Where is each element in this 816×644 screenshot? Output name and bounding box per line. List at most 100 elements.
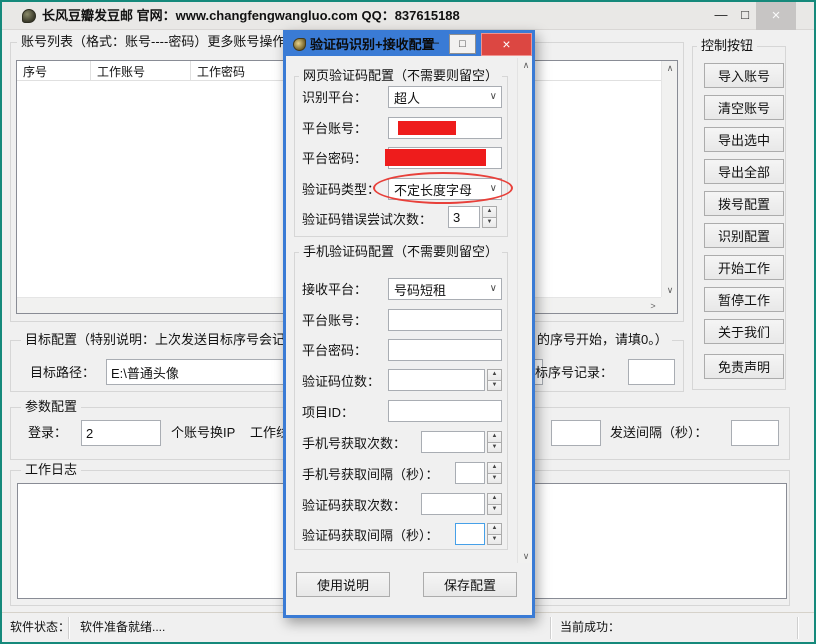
phone-fetch-count-label: 手机号获取次数： [302,436,406,452]
phone-fetch-count-input[interactable] [421,431,485,453]
maximize-button[interactable]: □ [734,2,756,30]
sms-password-label: 平台密码： [302,343,367,359]
disclaimer-button[interactable]: 免责声明 [704,354,784,379]
account-list-group-label: 账号列表（格式：账号----密码）更多账号操作 [17,34,289,50]
redaction-block [385,149,486,166]
receive-platform-value: 号码短租 [394,280,446,299]
retry-count-input[interactable]: 3 [448,206,480,228]
spin-down-icon[interactable]: ▼ [487,380,502,392]
column-header-account[interactable]: 工作账号 [91,61,191,80]
dial-config-button[interactable]: 拨号配置 [704,191,784,216]
per-account-ip-label: 个账号换IP [171,425,235,441]
web-account-label: 平台账号： [302,121,367,137]
chevron-down-icon: ∨ [490,183,497,194]
dialog-maximize-button[interactable]: □ [449,34,476,54]
code-fetch-count-label: 验证码获取次数： [302,498,406,514]
captcha-digits-label: 验证码位数： [302,374,380,390]
code-fetch-interval-input[interactable] [455,523,485,545]
recognition-platform-value: 超人 [394,88,420,107]
pause-work-button[interactable]: 暂停工作 [704,287,784,312]
thread-count-input[interactable] [551,420,601,446]
target-config-label-right: 的序号开始，请填0。） [533,332,672,348]
receive-platform-select[interactable]: 号码短租 ∨ [388,278,502,300]
spin-down-icon[interactable]: ▼ [482,217,497,229]
dialog-minimize-button[interactable]: — [424,33,442,54]
retry-count-label: 验证码错误尝试次数： [302,212,432,228]
retry-count-stepper[interactable]: ▲ ▼ [482,206,497,228]
scrollbar-corner [661,297,677,313]
column-header-password[interactable]: 工作密码 [191,61,291,80]
recognition-config-button[interactable]: 识别配置 [704,223,784,248]
code-fetch-count-stepper[interactable]: ▲ ▼ [487,493,502,515]
code-fetch-interval-label: 验证码获取间隔（秒）： [302,528,439,544]
export-selected-button[interactable]: 导出选中 [704,127,784,152]
project-id-label: 项目ID： [302,405,354,421]
send-interval-label: 发送间隔（秒）： [610,425,708,441]
phone-fetch-interval-label: 手机号获取间隔（秒）： [302,467,439,483]
sms-password-input[interactable] [388,339,502,361]
sms-account-input[interactable] [388,309,502,331]
main-titlebar: 长风豆瓣发豆邮 官网：www.changfengwangluo.com QQ：8… [2,2,814,30]
about-us-button[interactable]: 关于我们 [704,319,784,344]
target-path-label: 目标路径： [30,365,95,381]
target-record-label: 标序号记录： [535,365,613,381]
minimize-button[interactable]: — [710,2,732,30]
control-panel-label: 控制按钮 [697,38,757,54]
import-accounts-button[interactable]: 导入账号 [704,63,784,88]
redaction-block [398,121,456,135]
status-state-value: 软件准备就绪.... [80,613,165,642]
clear-accounts-button[interactable]: 清空账号 [704,95,784,120]
scroll-up-icon[interactable]: ∧ [662,61,678,75]
code-fetch-interval-stepper[interactable]: ▲ ▼ [487,523,502,545]
control-panel-group: 控制按钮 导入账号 清空账号 导出选中 导出全部 拨号配置 识别配置 开始工作 … [692,46,786,390]
export-all-button[interactable]: 导出全部 [704,159,784,184]
status-separator [550,617,551,639]
spin-down-icon[interactable]: ▼ [487,534,502,546]
spin-down-icon[interactable]: ▼ [487,504,502,516]
captcha-digits-stepper[interactable]: ▲ ▼ [487,369,502,391]
scroll-right-icon[interactable]: > [645,299,661,313]
phone-fetch-count-stepper[interactable]: ▲ ▼ [487,431,502,453]
scroll-down-icon[interactable]: ∨ [662,283,678,297]
scroll-up-icon[interactable]: ∧ [518,58,534,72]
send-interval-input[interactable] [731,420,779,446]
sms-captcha-group-label: 手机验证码配置（不需要则留空） [299,244,502,260]
captcha-type-value: 不定长度字母 [394,180,472,199]
target-config-label-left: 目标配置（特别说明：上次发送目标序号会记录 [21,332,302,348]
param-config-label: 参数配置 [21,399,81,415]
dialog-icon [293,38,306,51]
captcha-digits-input[interactable] [388,369,485,391]
close-button[interactable]: × [756,2,796,30]
status-separator [797,617,798,639]
save-config-button[interactable]: 保存配置 [423,572,517,597]
login-count-input[interactable]: 2 [81,420,161,446]
scroll-down-icon[interactable]: ∨ [518,549,534,563]
chevron-down-icon: ∨ [490,91,497,102]
dialog-close-button[interactable]: × [481,33,532,56]
code-fetch-count-input[interactable] [421,493,485,515]
phone-fetch-interval-stepper[interactable]: ▲ ▼ [487,462,502,484]
project-id-input[interactable] [388,400,502,422]
recognition-platform-select[interactable]: 超人 ∨ [388,86,502,108]
captcha-type-select[interactable]: 不定长度字母 ∨ [388,178,502,200]
dialog-titlebar: 验证码识别+接收配置 — □ × [286,33,532,56]
captcha-type-label: 验证码类型： [302,182,380,198]
status-separator [68,617,69,639]
window-title: 长风豆瓣发豆邮 官网：www.changfengwangluo.com QQ：8… [42,2,460,30]
spin-down-icon[interactable]: ▼ [487,442,502,454]
status-state-label: 软件状态： [10,613,70,642]
usage-help-button[interactable]: 使用说明 [296,572,390,597]
phone-fetch-interval-input[interactable] [455,462,485,484]
receive-platform-label: 接收平台： [302,282,367,298]
work-log-label: 工作日志 [21,462,81,478]
sms-account-label: 平台账号： [302,313,367,329]
status-success-label: 当前成功： [560,613,620,642]
account-list-vscrollbar[interactable]: ∧ ∨ [661,61,677,297]
target-record-input[interactable] [628,359,675,385]
column-header-index[interactable]: 序号 [17,61,91,80]
spin-down-icon[interactable]: ▼ [487,473,502,485]
start-work-button[interactable]: 开始工作 [704,255,784,280]
captcha-config-dialog: 验证码识别+接收配置 — □ × ∧ ∨ 网页验证码配置（不需要则留空） 识别平… [283,30,535,618]
dialog-vscrollbar[interactable]: ∧ ∨ [517,58,532,563]
web-password-label: 平台密码： [302,151,367,167]
